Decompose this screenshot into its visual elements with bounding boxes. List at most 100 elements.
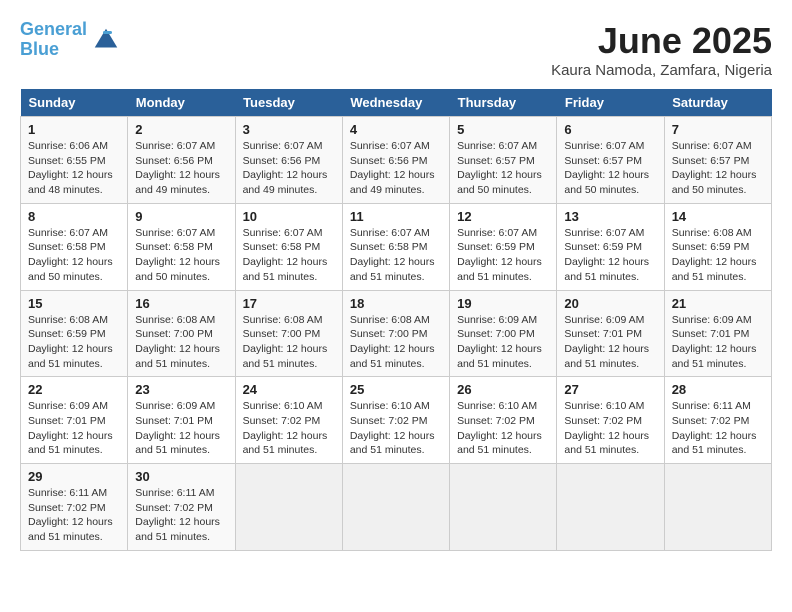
weekday-header-thursday: Thursday [450, 89, 557, 117]
location-subtitle: Kaura Namoda, Zamfara, Nigeria [551, 62, 772, 79]
calendar-cell: 8Sunrise: 6:07 AM Sunset: 6:58 PM Daylig… [21, 203, 128, 290]
day-info: Sunrise: 6:08 AM Sunset: 6:59 PM Dayligh… [672, 226, 764, 285]
weekday-header-friday: Friday [557, 89, 664, 117]
day-info: Sunrise: 6:11 AM Sunset: 7:02 PM Dayligh… [672, 399, 764, 458]
logo-line2: Blue [20, 39, 59, 59]
day-info: Sunrise: 6:07 AM Sunset: 6:59 PM Dayligh… [457, 226, 549, 285]
day-number: 18 [350, 296, 442, 311]
day-info: Sunrise: 6:10 AM Sunset: 7:02 PM Dayligh… [457, 399, 549, 458]
day-number: 6 [564, 122, 656, 137]
calendar-cell: 26 Sunrise: 6:10 AM Sunset: 7:02 PM Dayli… [450, 377, 557, 464]
day-number: 11 [350, 209, 442, 224]
day-number: 26 [457, 382, 549, 397]
day-number: 22 [28, 382, 120, 397]
day-number: 15 [28, 296, 120, 311]
calendar-cell: 9 Sunrise: 6:07 AM Sunset: 6:58 PM Daylig… [128, 203, 235, 290]
day-info: Sunrise: 6:07 AM Sunset: 6:58 PM Dayligh… [135, 226, 227, 285]
calendar-cell: 24 Sunrise: 6:10 AM Sunset: 7:02 PM Dayli… [235, 377, 342, 464]
day-info: Sunrise: 6:09 AM Sunset: 7:01 PM Dayligh… [135, 399, 227, 458]
calendar-cell: 7Sunrise: 6:07 AM Sunset: 6:57 PM Daylig… [664, 117, 771, 204]
day-info: Sunrise: 6:07 AM Sunset: 6:58 PM Dayligh… [350, 226, 442, 285]
calendar-cell [450, 464, 557, 551]
day-info: Sunrise: 6:10 AM Sunset: 7:02 PM Dayligh… [243, 399, 335, 458]
calendar-cell: 23 Sunrise: 6:09 AM Sunset: 7:01 PM Dayli… [128, 377, 235, 464]
day-number: 8 [28, 209, 120, 224]
calendar-cell: 6 Sunrise: 6:07 AM Sunset: 6:57 PM Daylig… [557, 117, 664, 204]
day-info: Sunrise: 6:10 AM Sunset: 7:02 PM Dayligh… [350, 399, 442, 458]
calendar-cell [557, 464, 664, 551]
weekday-header-monday: Monday [128, 89, 235, 117]
calendar-cell: 17 Sunrise: 6:08 AM Sunset: 7:00 PM Dayli… [235, 290, 342, 377]
logo-line1: General [20, 19, 87, 39]
day-info: Sunrise: 6:10 AM Sunset: 7:02 PM Dayligh… [564, 399, 656, 458]
day-number: 23 [135, 382, 227, 397]
calendar-cell: 19 Sunrise: 6:09 AM Sunset: 7:00 PM Dayli… [450, 290, 557, 377]
day-number: 17 [243, 296, 335, 311]
day-info: Sunrise: 6:07 AM Sunset: 6:57 PM Dayligh… [457, 139, 549, 198]
calendar-table: SundayMondayTuesdayWednesdayThursdayFrid… [20, 89, 772, 551]
day-info: Sunrise: 6:07 AM Sunset: 6:59 PM Dayligh… [564, 226, 656, 285]
day-info: Sunrise: 6:09 AM Sunset: 7:01 PM Dayligh… [564, 313, 656, 372]
calendar-cell: 18 Sunrise: 6:08 AM Sunset: 7:00 PM Dayli… [342, 290, 449, 377]
calendar-cell: 12 Sunrise: 6:07 AM Sunset: 6:59 PM Dayli… [450, 203, 557, 290]
day-number: 19 [457, 296, 549, 311]
day-number: 20 [564, 296, 656, 311]
day-info: Sunrise: 6:07 AM Sunset: 6:56 PM Dayligh… [243, 139, 335, 198]
day-info: Sunrise: 6:11 AM Sunset: 7:02 PM Dayligh… [135, 486, 227, 545]
calendar-cell [664, 464, 771, 551]
weekday-header-row: SundayMondayTuesdayWednesdayThursdayFrid… [21, 89, 772, 117]
calendar-cell: 4Sunrise: 6:07 AM Sunset: 6:56 PM Daylig… [342, 117, 449, 204]
weekday-header-wednesday: Wednesday [342, 89, 449, 117]
weekday-header-saturday: Saturday [664, 89, 771, 117]
calendar-cell: 20 Sunrise: 6:09 AM Sunset: 7:01 PM Dayli… [557, 290, 664, 377]
week-row-4: 22 Sunrise: 6:09 AM Sunset: 7:01 PM Dayli… [21, 377, 772, 464]
day-info: Sunrise: 6:08 AM Sunset: 7:00 PM Dayligh… [350, 313, 442, 372]
day-info: Sunrise: 6:09 AM Sunset: 7:01 PM Dayligh… [672, 313, 764, 372]
logo: General Blue [20, 20, 121, 60]
day-info: Sunrise: 6:07 AM Sunset: 6:56 PM Dayligh… [135, 139, 227, 198]
week-row-2: 8 Sunrise: 6:07 AM Sunset: 6:58 PM Daylig… [21, 203, 772, 290]
day-number: 16 [135, 296, 227, 311]
week-row-1: 1Sunrise: 6:06 AM Sunset: 6:55 PM Daylig… [21, 117, 772, 204]
calendar-cell: 10 Sunrise: 6:07 AM Sunset: 6:58 PM Dayli… [235, 203, 342, 290]
week-row-3: 15Sunrise: 6:08 AM Sunset: 6:59 PM Dayli… [21, 290, 772, 377]
day-number: 10 [243, 209, 335, 224]
day-number: 14 [672, 209, 764, 224]
logo-icon [91, 25, 121, 55]
day-number: 25 [350, 382, 442, 397]
day-number: 5 [457, 122, 549, 137]
day-number: 29 [28, 469, 120, 484]
calendar-cell: 22 Sunrise: 6:09 AM Sunset: 7:01 PM Dayli… [21, 377, 128, 464]
calendar-cell: 3 Sunrise: 6:07 AM Sunset: 6:56 PM Daylig… [235, 117, 342, 204]
day-number: 13 [564, 209, 656, 224]
calendar-cell: 1Sunrise: 6:06 AM Sunset: 6:55 PM Daylig… [21, 117, 128, 204]
day-info: Sunrise: 6:09 AM Sunset: 7:01 PM Dayligh… [28, 399, 120, 458]
day-number: 9 [135, 209, 227, 224]
day-info: Sunrise: 6:06 AM Sunset: 6:55 PM Dayligh… [28, 139, 120, 198]
day-info: Sunrise: 6:08 AM Sunset: 7:00 PM Dayligh… [243, 313, 335, 372]
title-block: June 2025 Kaura Namoda, Zamfara, Nigeria [551, 20, 772, 79]
day-number: 3 [243, 122, 335, 137]
day-info: Sunrise: 6:07 AM Sunset: 6:58 PM Dayligh… [243, 226, 335, 285]
calendar-cell: 29 Sunrise: 6:11 AM Sunset: 7:02 PM Dayli… [21, 464, 128, 551]
calendar-cell: 15Sunrise: 6:08 AM Sunset: 6:59 PM Dayli… [21, 290, 128, 377]
day-info: Sunrise: 6:07 AM Sunset: 6:57 PM Dayligh… [672, 139, 764, 198]
week-row-5: 29 Sunrise: 6:11 AM Sunset: 7:02 PM Dayli… [21, 464, 772, 551]
day-info: Sunrise: 6:09 AM Sunset: 7:00 PM Dayligh… [457, 313, 549, 372]
day-number: 21 [672, 296, 764, 311]
day-number: 28 [672, 382, 764, 397]
calendar-cell: 11 Sunrise: 6:07 AM Sunset: 6:58 PM Dayli… [342, 203, 449, 290]
page-header: General Blue June 2025 Kaura Namoda, Zam… [20, 20, 772, 79]
calendar-cell: 30Sunrise: 6:11 AM Sunset: 7:02 PM Dayli… [128, 464, 235, 551]
day-number: 24 [243, 382, 335, 397]
day-info: Sunrise: 6:07 AM Sunset: 6:57 PM Dayligh… [564, 139, 656, 198]
calendar-cell: 21 Sunrise: 6:09 AM Sunset: 7:01 PM Dayli… [664, 290, 771, 377]
logo-text: General Blue [20, 20, 87, 60]
day-number: 12 [457, 209, 549, 224]
calendar-cell: 27 Sunrise: 6:10 AM Sunset: 7:02 PM Dayli… [557, 377, 664, 464]
day-number: 27 [564, 382, 656, 397]
day-number: 2 [135, 122, 227, 137]
day-number: 4 [350, 122, 442, 137]
calendar-cell: 28 Sunrise: 6:11 AM Sunset: 7:02 PM Dayli… [664, 377, 771, 464]
day-info: Sunrise: 6:11 AM Sunset: 7:02 PM Dayligh… [28, 486, 120, 545]
